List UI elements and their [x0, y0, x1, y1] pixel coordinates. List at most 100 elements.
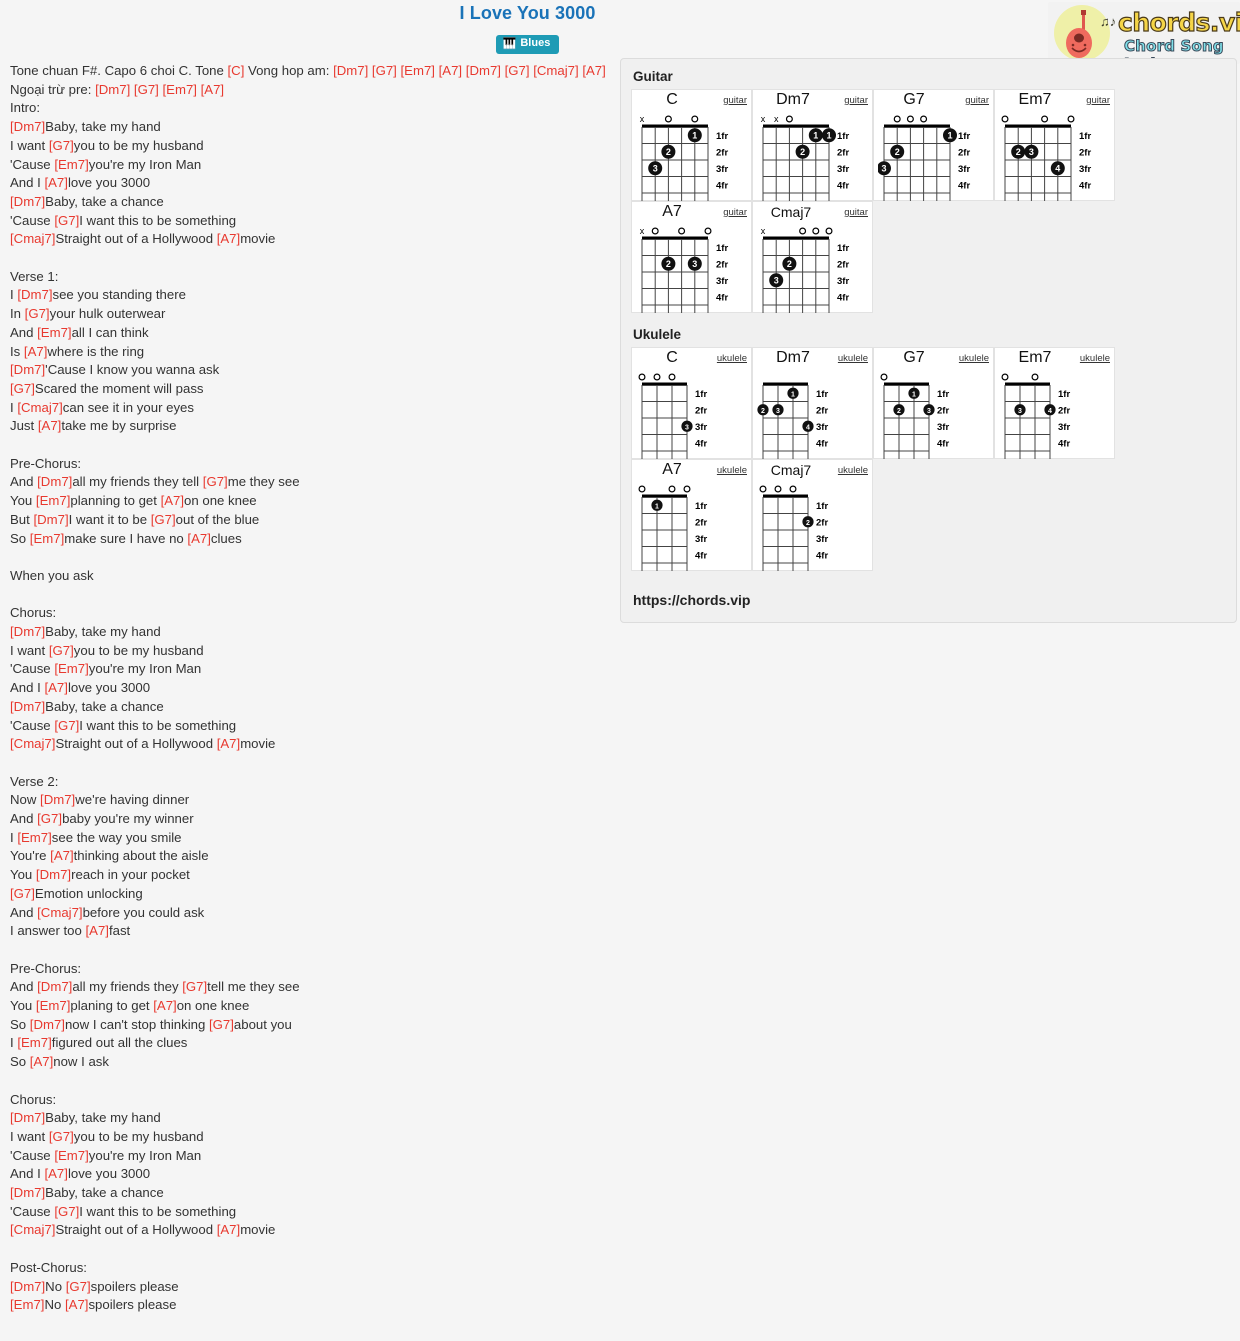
chord-diagram-ukulele-g7[interactable]: G7 ukulele 1 2 3 1fr 2fr 3fr 4fr [873, 347, 994, 459]
chord-diagram-instrument-label[interactable]: ukulele [717, 353, 747, 364]
chord-token[interactable]: [Em7] [37, 325, 71, 340]
chord-token[interactable]: [A7] [38, 418, 61, 433]
chord-token[interactable]: [Dm7] [466, 63, 501, 78]
chord-token[interactable]: [G7] [49, 643, 74, 658]
chord-token[interactable]: [A7] [439, 63, 462, 78]
chord-token[interactable]: [Em7] [17, 830, 51, 845]
chord-token[interactable]: [G7] [54, 213, 79, 228]
chord-token[interactable]: [A7] [86, 923, 109, 938]
chord-token[interactable]: [Em7] [54, 661, 88, 676]
chord-token[interactable]: [A7] [187, 531, 210, 546]
chord-token[interactable]: [Cmaj7] [37, 905, 82, 920]
chord-token[interactable]: [Dm7] [37, 979, 72, 994]
chord-token[interactable]: [G7] [151, 512, 176, 527]
chord-token[interactable]: [G7] [203, 474, 228, 489]
chord-token[interactable]: [G7] [49, 138, 74, 153]
chord-token[interactable]: [Dm7] [33, 512, 68, 527]
chord-token[interactable]: [G7] [25, 306, 50, 321]
chord-token[interactable]: [Dm7] [10, 1110, 45, 1125]
chord-token[interactable]: [Cmaj7] [17, 400, 62, 415]
chord-token[interactable]: [A7] [50, 848, 73, 863]
chord-token[interactable]: [Dm7] [37, 474, 72, 489]
chord-diagram-guitar-c[interactable]: Cguitar x 1 2 3 1fr 2fr 3fr 4fr [631, 89, 752, 201]
chord-token[interactable]: [G7] [134, 82, 159, 97]
chord-token[interactable]: [Dm7] [10, 699, 45, 714]
chord-token[interactable]: [G7] [37, 811, 62, 826]
chord-token[interactable]: [Dm7] [40, 792, 75, 807]
chord-token[interactable]: [G7] [182, 979, 207, 994]
chord-token[interactable]: [A7] [161, 493, 184, 508]
chord-token[interactable]: [Dm7] [10, 362, 45, 377]
chord-token[interactable]: [G7] [10, 886, 35, 901]
chord-token[interactable]: [Dm7] [10, 119, 45, 134]
chord-token[interactable]: [Dm7] [10, 1185, 45, 1200]
chord-token[interactable]: [G7] [54, 1204, 79, 1219]
chord-diagram-ukulele-cmaj7[interactable]: Cmaj7 ukulele 2 1fr 2fr 3fr 4fr [752, 459, 873, 571]
chord-token[interactable]: [Dm7] [36, 867, 71, 882]
chord-token[interactable]: [Dm7] [30, 1017, 65, 1032]
chord-token[interactable]: [C] [228, 63, 245, 78]
chord-token[interactable]: [Dm7] [95, 82, 130, 97]
chord-token[interactable]: [A7] [65, 1297, 88, 1312]
chord-token[interactable]: [Em7] [17, 1035, 51, 1050]
chord-token[interactable]: [Cmaj7] [10, 231, 55, 246]
chord-token[interactable]: [Em7] [401, 63, 435, 78]
chord-diagram-guitar-cmaj7[interactable]: Cmaj7 guitar x 2 3 1fr 2fr 3fr 4fr [752, 201, 873, 313]
chord-token[interactable]: [A7] [153, 998, 176, 1013]
chord-token[interactable]: [Dm7] [17, 287, 52, 302]
genre-badge[interactable]: 🎹 Blues [495, 35, 560, 54]
chord-token[interactable]: [Cmaj7] [10, 1222, 55, 1237]
chord-diagram-instrument-label[interactable]: ukulele [838, 353, 868, 364]
chord-diagram-guitar-a7[interactable]: A7 guitar x 2 3 1fr 2fr 3fr 4fr [631, 201, 752, 313]
chord-token[interactable]: [Em7] [163, 82, 197, 97]
chord-diagram-instrument-label[interactable]: guitar [1086, 95, 1110, 106]
chord-diagram-instrument-label[interactable]: guitar [844, 95, 868, 106]
chord-diagram-instrument-label[interactable]: ukulele [838, 465, 868, 476]
chord-token[interactable]: [A7] [30, 1054, 53, 1069]
chord-token[interactable]: [G7] [372, 63, 397, 78]
chord-token[interactable]: [A7] [582, 63, 605, 78]
chord-token[interactable]: [G7] [66, 1279, 91, 1294]
site-url[interactable]: https://chords.vip [633, 592, 750, 608]
chord-token[interactable]: [G7] [49, 1129, 74, 1144]
chord-token[interactable]: [Cmaj7] [10, 736, 55, 751]
chord-token[interactable]: [Cmaj7] [533, 63, 578, 78]
chord-token[interactable]: [A7] [44, 175, 67, 190]
chord-diagram-instrument-label[interactable]: guitar [723, 95, 747, 106]
chord-token[interactable]: [A7] [201, 82, 224, 97]
site-logo[interactable]: ♫♪ chords.vip Chord Song Lyric [1048, 2, 1240, 64]
chord-token[interactable]: [Dm7] [333, 63, 368, 78]
chord-token[interactable]: [Dm7] [10, 624, 45, 639]
chord-token[interactable]: [Em7] [10, 1297, 44, 1312]
chord-token[interactable]: [A7] [44, 680, 67, 695]
chord-diagram-guitar-em7[interactable]: Em7 guitar 2 3 4 1fr 2fr 3fr 4fr [994, 89, 1115, 201]
chord-token[interactable]: [G7] [10, 381, 35, 396]
chord-diagram-instrument-label[interactable]: guitar [723, 207, 747, 218]
chord-diagram-instrument-label[interactable]: ukulele [1080, 353, 1110, 364]
chord-token[interactable]: [Em7] [36, 998, 70, 1013]
chord-token[interactable]: [A7] [217, 736, 240, 751]
chord-token[interactable]: [A7] [24, 344, 47, 359]
chord-diagram-ukulele-a7[interactable]: A7 ukulele 1 1fr 2fr 3fr 4fr [631, 459, 752, 571]
chord-token[interactable]: [A7] [44, 1166, 67, 1181]
chord-token[interactable]: [A7] [217, 231, 240, 246]
chord-token[interactable]: [A7] [217, 1222, 240, 1237]
chord-diagram-instrument-label[interactable]: ukulele [959, 353, 989, 364]
chord-diagram-instrument-label[interactable]: guitar [965, 95, 989, 106]
chord-token[interactable]: [Em7] [30, 531, 64, 546]
chord-token[interactable]: [Em7] [54, 157, 88, 172]
chord-token[interactable]: [G7] [54, 718, 79, 733]
chord-diagram-instrument-label[interactable]: ukulele [717, 465, 747, 476]
chord-diagram-instrument-label[interactable]: guitar [844, 207, 868, 218]
chord-token[interactable]: [G7] [209, 1017, 234, 1032]
chord-diagram-ukulele-dm7[interactable]: Dm7 ukulele 1 2 3 4 1fr 2fr 3fr 4fr [752, 347, 873, 459]
chord-diagram-guitar-g7[interactable]: G7 guitar 1 2 3 1fr 2fr 3fr 4fr [873, 89, 994, 201]
chord-diagram-ukulele-em7[interactable]: Em7 ukulele 3 4 1fr 2fr 3fr 4fr [994, 347, 1115, 459]
chord-diagram-guitar-dm7[interactable]: Dm7 guitar x x 1 1 2 1fr 2fr 3fr 4fr [752, 89, 873, 201]
chord-token[interactable]: [G7] [505, 63, 530, 78]
chord-token[interactable]: [Em7] [54, 1148, 88, 1163]
chord-diagram-ukulele-c[interactable]: Cukulele 3 1fr 2fr 3fr 4fr [631, 347, 752, 459]
chord-token[interactable]: [Em7] [36, 493, 70, 508]
chord-token[interactable]: [Dm7] [10, 1279, 45, 1294]
chord-token[interactable]: [Dm7] [10, 194, 45, 209]
